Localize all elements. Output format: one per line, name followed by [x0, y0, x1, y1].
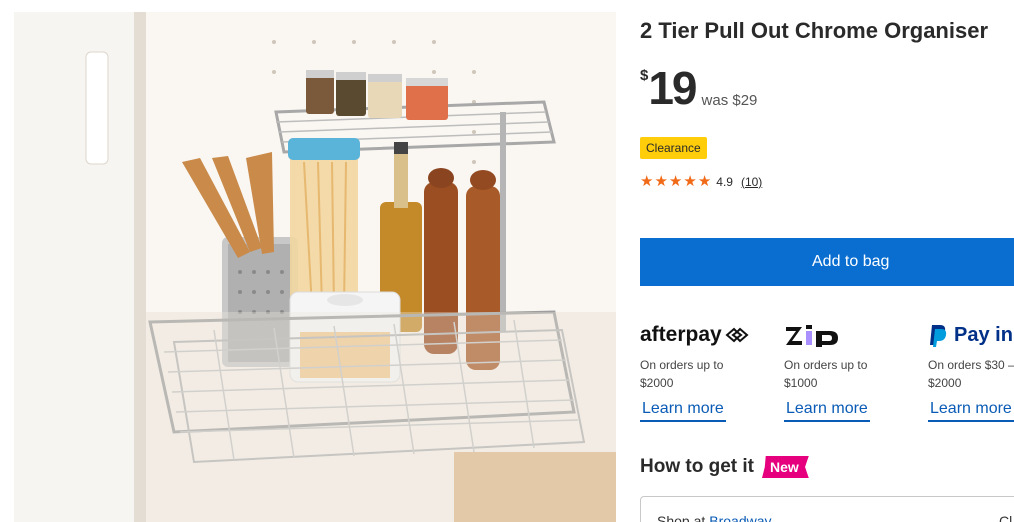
star-icon: ★ — [640, 173, 654, 190]
shop-at-store-box[interactable]: Shop at Broadway Cl — [640, 496, 1014, 522]
change-store-text[interactable]: Cl — [999, 513, 1012, 522]
product-info-panel: 2 Tier Pull Out Chrome Organiser $ 19 wa… — [640, 0, 1014, 522]
afterpay-logo-text: afterpay — [640, 323, 722, 346]
paypal-pay-in-text: Pay in 4 — [954, 323, 1014, 346]
add-to-bag-button[interactable]: Add to bag — [640, 238, 1014, 286]
star-icon: ★ — [668, 173, 683, 190]
afterpay-arrows-icon — [725, 327, 749, 343]
shop-at-text: Shop at — [657, 513, 706, 522]
afterpay-description: On orders up to $2000 — [640, 358, 724, 390]
afterpay-learn-more-link[interactable]: Learn more — [640, 400, 726, 422]
store-name-link[interactable]: Broadway — [709, 513, 771, 522]
price-currency: $ — [640, 67, 649, 84]
product-title: 2 Tier Pull Out Chrome Organiser — [640, 18, 989, 43]
star-icon: ★ — [654, 173, 668, 190]
paypal-logo: Pay in 4 — [928, 318, 1014, 352]
paypal-icon — [930, 325, 947, 347]
shop-at-label: Shop at Broadway — [657, 513, 772, 522]
rating-row: ★ ★ ★ ★ ★ 4.9 (10) — [640, 174, 762, 189]
price-row: $ 19 was $29 — [640, 62, 757, 114]
delivery-heading-row: How to get it New — [640, 456, 809, 478]
price-amount: 19 — [648, 62, 697, 114]
star-rating: ★ ★ ★ ★ ★ — [640, 174, 712, 189]
afterpay-logo: afterpay — [640, 318, 780, 352]
zip-logo — [784, 318, 924, 352]
clearance-badge: Clearance — [640, 137, 707, 159]
paypal-learn-more-link[interactable]: Learn more — [928, 400, 1014, 422]
payment-option-paypal: Pay in 4 On orders $30 – $2000 Learn mor… — [928, 318, 1014, 422]
rating-value: 4.9 — [716, 174, 733, 189]
product-image[interactable] — [14, 12, 616, 522]
review-count-link[interactable]: (10) — [741, 175, 762, 189]
payment-options: afterpay On orders up to $2000 Learn mor… — [640, 318, 1014, 438]
zip-description: On orders up to $1000 — [784, 358, 868, 390]
zip-logo-icon — [786, 325, 838, 347]
payment-option-zip: On orders up to $1000 Learn more — [784, 318, 924, 422]
was-price: was $29 — [701, 92, 758, 109]
how-to-get-it-heading: How to get it — [640, 456, 754, 477]
new-badge: New — [761, 456, 809, 478]
star-icon: ★ — [697, 173, 712, 190]
star-icon: ★ — [683, 173, 697, 190]
zip-learn-more-link[interactable]: Learn more — [784, 400, 870, 422]
paypal-description: On orders $30 – $2000 — [928, 358, 1014, 390]
payment-option-afterpay: afterpay On orders up to $2000 Learn mor… — [640, 318, 780, 422]
